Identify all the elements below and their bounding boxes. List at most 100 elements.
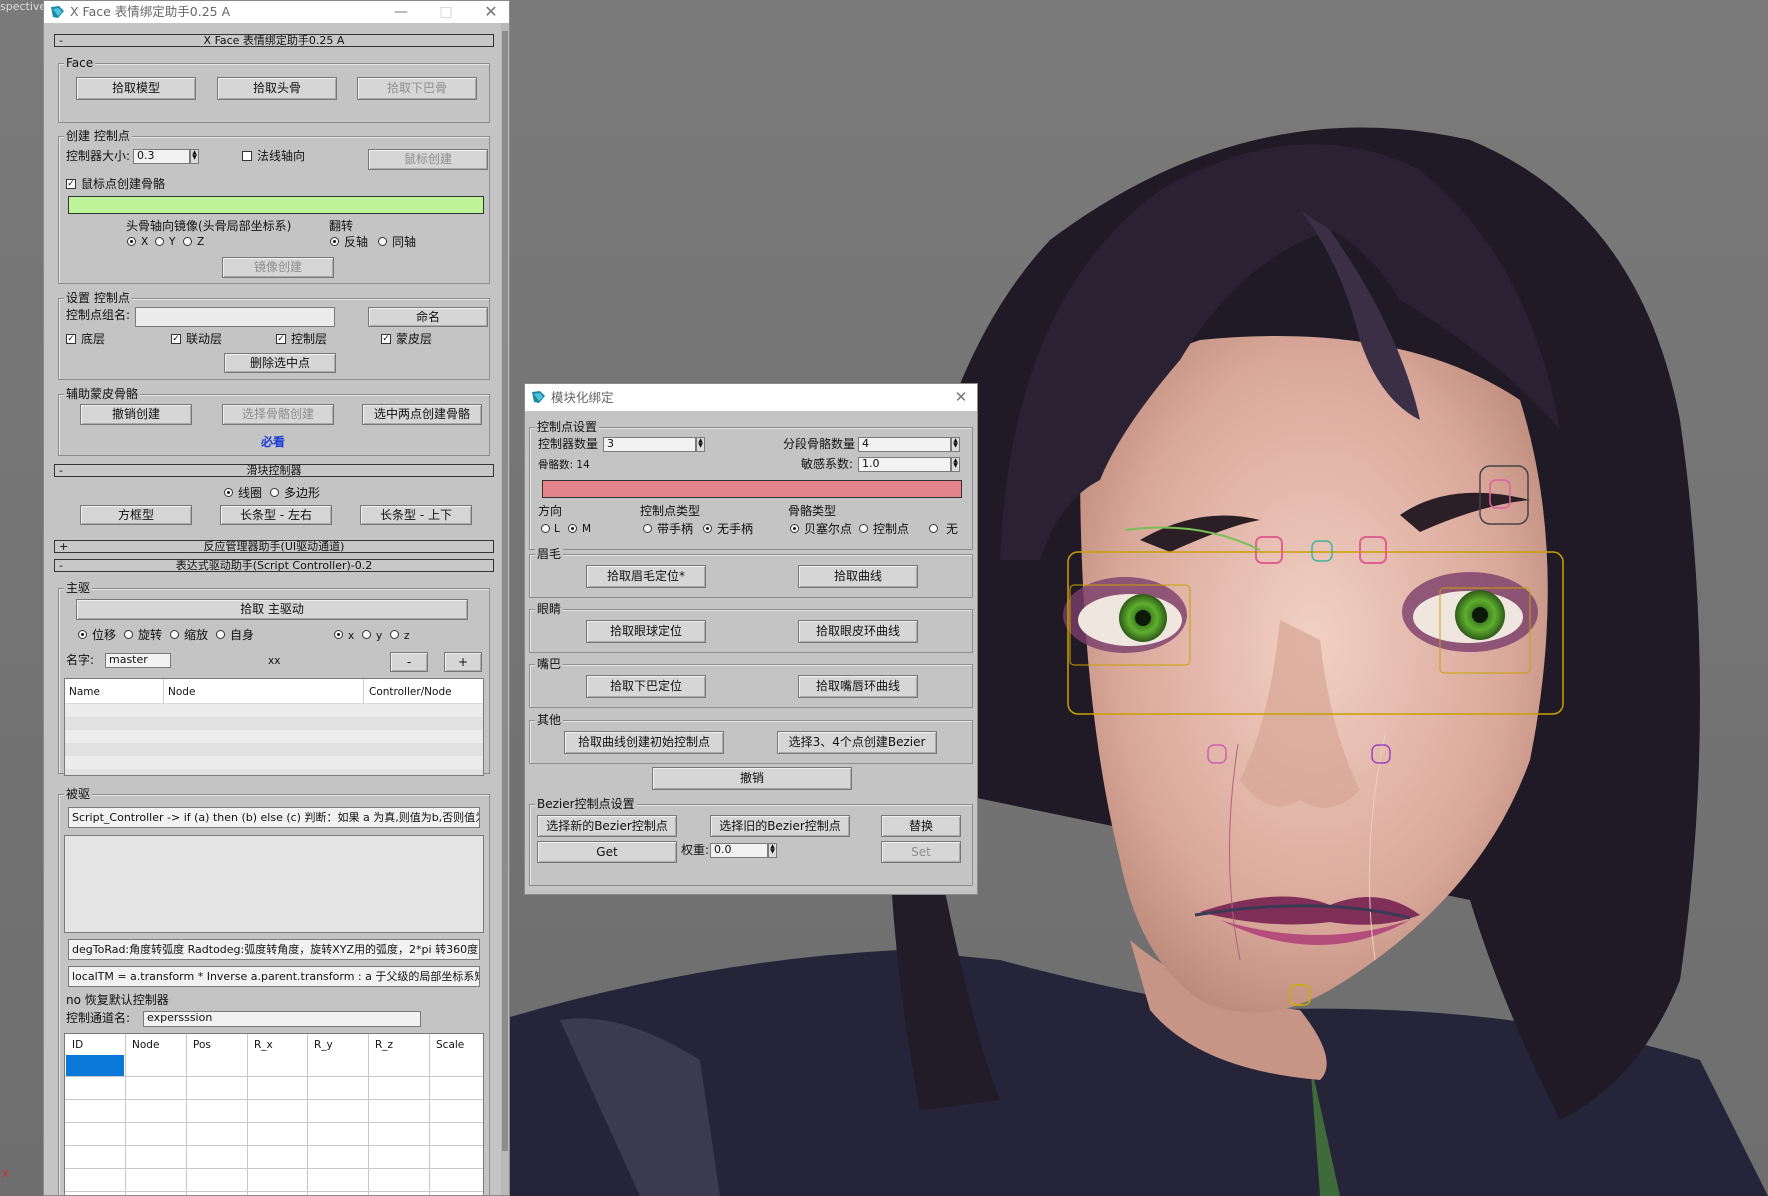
dir-m-radio[interactable] <box>568 524 577 533</box>
aux-bone-group-title: 辅助蒙皮骨骼 <box>64 387 141 401</box>
mode-rotate-radio[interactable] <box>124 630 133 639</box>
pick-eyeball-button[interactable]: 拾取眼球定位 <box>586 620 706 643</box>
close-icon[interactable]: ✕ <box>947 386 975 408</box>
slider-polygon-radio[interactable] <box>270 488 279 497</box>
bezier-point-radio[interactable] <box>790 524 799 533</box>
pick-head-bone-button[interactable]: 拾取头骨 <box>217 77 337 100</box>
mirror-x-radio[interactable] <box>127 237 136 246</box>
rollout-reaction[interactable]: + 反应管理器助手(UI驱动通道) <box>54 540 494 553</box>
undo-create-button[interactable]: 撤销创建 <box>80 404 192 425</box>
set-button[interactable]: Set <box>881 841 961 863</box>
must-see-link[interactable]: 必看 <box>261 435 285 449</box>
weight-spinner[interactable]: ▲ ▼ <box>768 843 777 858</box>
rollout-slider[interactable]: - 滑块控制器 <box>54 464 494 477</box>
layer-skin-checkbox[interactable]: ✓ <box>381 334 391 344</box>
minimize-icon[interactable]: — <box>387 1 415 23</box>
table2-selected-cell[interactable] <box>66 1055 124 1076</box>
seg-bone-field[interactable]: 4 <box>858 437 951 452</box>
with-handle-radio[interactable] <box>643 524 652 533</box>
mode-scale-radio[interactable] <box>170 630 179 639</box>
pick-main-driver-button[interactable]: 拾取 主驱动 <box>76 599 468 620</box>
table2-header-ry[interactable]: R_y <box>314 1039 333 1051</box>
table2-header-node[interactable]: Node <box>132 1039 159 1051</box>
select-bezier-button[interactable]: 选择3、4个点创建Bezier <box>777 731 937 754</box>
table1-header-controller[interactable]: Controller/Node <box>369 686 452 698</box>
bone-none-radio[interactable] <box>929 524 938 533</box>
layer-link-checkbox[interactable]: ✓ <box>171 334 181 344</box>
curve-init-button[interactable]: 拾取曲线创建初始控制点 <box>564 731 724 754</box>
rollout-reaction-label: 反应管理器助手(UI驱动通道) <box>203 540 345 553</box>
xface-titlebar[interactable]: X Face 表情绑定助手0.25 A — □ ✕ <box>44 1 509 23</box>
pick-curve-button[interactable]: 拾取曲线 <box>798 565 918 588</box>
select-new-bezier-button[interactable]: 选择新的Bezier控制点 <box>537 815 677 837</box>
delete-center-button[interactable]: 删除选中点 <box>224 353 336 373</box>
bone-count-label: 骨骼数: 14 <box>538 459 590 471</box>
pick-model-button[interactable]: 拾取模型 <box>76 77 196 100</box>
normal-axis-label: 法线轴向 <box>257 149 306 163</box>
channel-name-field[interactable]: expersssion <box>143 1011 421 1027</box>
ctrl-point-radio[interactable] <box>859 524 868 533</box>
seg-bone-spinner[interactable]: ▲ ▼ <box>951 437 960 452</box>
flip-reverse-radio[interactable] <box>330 237 339 246</box>
pick-brow-button[interactable]: 拾取眉毛定位* <box>586 565 706 588</box>
mode-move-radio[interactable] <box>78 630 87 639</box>
replace-button[interactable]: 替换 <box>881 815 961 837</box>
weight-field[interactable]: 0.0 <box>710 843 768 858</box>
close-icon[interactable]: ✕ <box>477 1 505 23</box>
table2-header-rx[interactable]: R_x <box>254 1039 273 1051</box>
axis-z-radio[interactable] <box>390 630 399 639</box>
ctrl-size-field[interactable]: 0.3 <box>133 149 190 164</box>
minus-button[interactable]: - <box>390 652 428 672</box>
plus-button[interactable]: + <box>444 652 482 672</box>
modular-titlebar[interactable]: 模块化绑定 ✕ <box>525 384 977 411</box>
group-name-field[interactable] <box>135 307 335 327</box>
normal-axis-checkbox[interactable] <box>242 151 252 161</box>
name-field[interactable]: master <box>105 653 171 668</box>
no-handle-radio[interactable] <box>703 524 712 533</box>
table2-header-rz[interactable]: R_z <box>375 1039 393 1051</box>
layer-base-checkbox[interactable]: ✓ <box>66 334 76 344</box>
table1-header-node[interactable]: Node <box>168 686 195 698</box>
rollout-xface-main[interactable]: -X Face 表情绑定助手0.25 A <box>54 34 494 47</box>
slider-circle-radio[interactable] <box>224 488 233 497</box>
ctrl-size-spinner[interactable]: ▲ ▼ <box>190 149 199 164</box>
pick-jaw-button[interactable]: 拾取下巴定位 <box>586 675 706 698</box>
box-type-button[interactable]: 方框型 <box>80 505 192 525</box>
sensitivity-spinner[interactable]: ▲ ▼ <box>951 457 960 472</box>
get-button[interactable]: Get <box>537 841 677 863</box>
channel-table[interactable]: ID Node Pos R_x R_y R_z Scale <box>64 1033 484 1195</box>
two-point-bone-button[interactable]: 选中两点创建骨骼 <box>362 404 482 425</box>
script-textbox[interactable] <box>64 835 484 933</box>
pick-eyelid-button[interactable]: 拾取眼皮环曲线 <box>798 620 918 643</box>
dir-l-radio[interactable] <box>541 524 550 533</box>
table1-header-name[interactable]: Name <box>69 686 100 698</box>
mirror-create-button[interactable]: 镜像创建 <box>222 257 334 278</box>
rollout-expression[interactable]: - 表达式驱动助手(Script Controller)-0.2 <box>54 559 494 572</box>
mirror-y-radio[interactable] <box>155 237 164 246</box>
rename-button[interactable]: 命名 <box>368 307 488 327</box>
ctrl-count-spinner[interactable]: ▲ ▼ <box>696 437 705 452</box>
table2-header-id[interactable]: ID <box>72 1039 83 1051</box>
table2-header-pos[interactable]: Pos <box>193 1039 211 1051</box>
select-bone-create-button[interactable]: 选择骨骼创建 <box>222 404 334 425</box>
select-old-bezier-button[interactable]: 选择旧的Bezier控制点 <box>710 815 850 837</box>
mouse-point-bone-checkbox[interactable]: ✓ <box>66 179 76 189</box>
layer-ctrl-checkbox[interactable]: ✓ <box>276 334 286 344</box>
long-ud-button[interactable]: 长条型 - 上下 <box>360 505 472 525</box>
axis-x-radio[interactable] <box>334 630 343 639</box>
maximize-icon[interactable]: □ <box>432 1 460 23</box>
flip-same-radio[interactable] <box>378 237 387 246</box>
pick-jaw-bone-button[interactable]: 拾取下巴骨 <box>357 77 477 100</box>
driver-table[interactable]: Name Node Controller/Node <box>64 678 484 776</box>
ctrl-count-field[interactable]: 3 <box>603 437 696 452</box>
table2-header-scale[interactable]: Scale <box>436 1039 464 1051</box>
pick-lip-button[interactable]: 拾取嘴唇环曲线 <box>798 675 918 698</box>
mirror-z-radio[interactable] <box>183 237 192 246</box>
sensitivity-field[interactable]: 1.0 <box>858 457 951 472</box>
mode-self-radio[interactable] <box>216 630 225 639</box>
long-lr-button[interactable]: 长条型 - 左右 <box>220 505 332 525</box>
mouse-create-button[interactable]: 鼠标创建 <box>368 149 488 170</box>
undo-button[interactable]: 撤销 <box>652 767 852 790</box>
axis-y-radio[interactable] <box>362 630 371 639</box>
xface-scrollbar-thumb[interactable] <box>502 31 508 1151</box>
